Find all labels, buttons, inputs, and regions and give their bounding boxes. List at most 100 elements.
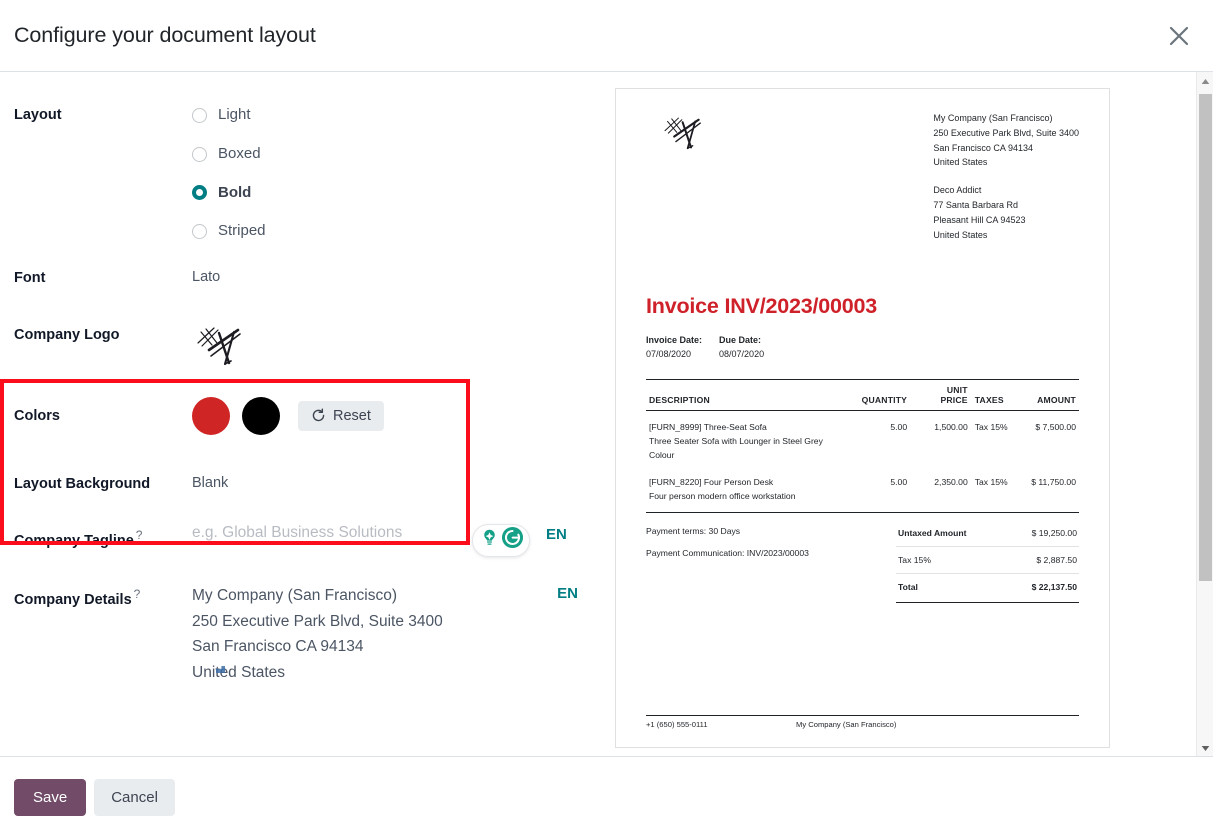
invoice-preview-paper: My Company (San Francisco) 250 Executive… (615, 88, 1110, 748)
total-value: $ 2,887.50 (1036, 555, 1077, 566)
company-tagline-control: EN (192, 523, 614, 557)
company-tagline-label-text: Company Tagline (14, 532, 134, 549)
invoice-dates: Invoice Date: 07/08/2020 Due Date: 08/07… (646, 335, 1079, 359)
invoice-table-head: DESCRIPTION QUANTITY UNIT PRICE TAXES AM… (646, 379, 1079, 412)
radio-label-bold: Bold (218, 183, 252, 201)
company-tagline-input[interactable] (192, 523, 464, 542)
grammarly-logo-icon (501, 526, 524, 555)
field-label-layout-background: Layout Background (14, 475, 151, 492)
address-spacer (933, 170, 1079, 183)
cell-amount: $ 11,750.00 (1031, 477, 1076, 488)
field-label-colors: Colors (14, 408, 60, 425)
reset-button-label: Reset (333, 407, 371, 424)
total-value: $ 22,137.50 (1031, 582, 1077, 593)
table-row: [FURN_8220] Four Person Desk Four person… (646, 466, 1079, 512)
due-date-label: Due Date: (719, 335, 762, 346)
company-details-label-text: Company Details (14, 591, 132, 608)
radio-option-boxed[interactable]: Boxed (192, 135, 614, 174)
field-colors: Colors Reset (0, 396, 614, 435)
company-details-text[interactable]: My Company (San Francisco) 250 Executive… (192, 583, 557, 686)
refresh-icon (311, 408, 326, 423)
col-description: DESCRIPTION (646, 379, 850, 412)
radio-option-bold[interactable]: Bold (192, 173, 614, 212)
save-button[interactable]: Save (14, 779, 87, 816)
scroll-down-button[interactable] (1197, 739, 1213, 756)
cell-description: [FURN_8999] Three-Seat Sofa Three Seater… (646, 411, 850, 467)
field-company-details: Company Details? My Company (San Francis… (0, 583, 614, 686)
vertical-scrollbar[interactable] (1196, 72, 1213, 756)
footer-phone: +1 (650) 555-0111 (646, 720, 708, 729)
total-row-tax: Tax 15% $ 2,887.50 (896, 546, 1079, 573)
radio-circle-checked-icon (192, 185, 207, 201)
scrollbar-thumb[interactable] (1199, 94, 1212, 581)
total-label: Untaxed Amount (898, 528, 967, 539)
table-row: [FURN_8999] Three-Seat Sofa Three Seater… (646, 411, 1079, 467)
field-font: Font Lato (0, 267, 614, 295)
line-sub-description: Three Seater Sofa with Lounger in Steel … (649, 436, 823, 461)
invoice-addresses: My Company (San Francisco) 250 Executive… (933, 103, 1079, 242)
configure-document-layout-dialog: Configure your document layout Layout Li… (0, 0, 1213, 838)
tagline-language-badge[interactable]: EN (546, 524, 567, 545)
layout-background-value[interactable]: Blank (192, 473, 614, 493)
cell-quantity: 5.00 (890, 422, 908, 433)
dialog-body: Layout Light Boxed Bold Striped Font Lat… (0, 72, 1213, 756)
invoice-totals: Untaxed Amount $ 19,250.00 Tax 15% $ 2,8… (896, 520, 1079, 604)
close-button[interactable] (1161, 18, 1197, 54)
table-bottom-rule (646, 512, 1079, 514)
footer-company: My Company (San Francisco) (796, 720, 897, 729)
chevron-up-icon (1201, 72, 1210, 90)
col-unit-price: UNIT PRICE (910, 379, 971, 412)
radio-option-light[interactable]: Light (192, 96, 614, 135)
line-description: [FURN_8999] Three-Seat Sofa (649, 422, 767, 433)
customer-address-line: United States (933, 229, 988, 240)
invoice-footer: +1 (650) 555-0111 My Company (San Franci… (646, 715, 1079, 729)
customer-address-line: 77 Santa Barbara Rd (933, 199, 1018, 210)
radio-label-boxed: Boxed (218, 145, 261, 163)
document-preview-pane: My Company (San Francisco) 250 Executive… (614, 72, 1213, 756)
field-label-company-logo: Company Logo (14, 326, 120, 343)
field-company-logo: Company Logo (0, 324, 614, 370)
cell-unit-price: 2,350.00 (934, 477, 968, 488)
help-icon[interactable]: ? (134, 587, 141, 601)
radio-label-light: Light (218, 106, 251, 124)
cell-amount: $ 7,500.00 (1035, 422, 1076, 433)
settings-form: Layout Light Boxed Bold Striped Font Lat… (0, 72, 614, 756)
color-swatches: Reset (192, 396, 614, 435)
signature-sketch-logo-icon (192, 324, 614, 370)
table-header-row: DESCRIPTION QUANTITY UNIT PRICE TAXES AM… (646, 379, 1079, 412)
company-logo-preview[interactable] (192, 324, 614, 370)
col-taxes: TAXES (970, 379, 1015, 412)
line-sub-description: Four person modern office workstation (649, 491, 796, 502)
company-address-line: United States (933, 157, 988, 168)
details-language-badge[interactable]: EN (557, 583, 578, 604)
invoice-date-value: 07/08/2020 (646, 349, 692, 360)
grammarly-assistant-widget[interactable] (472, 523, 530, 557)
cancel-button[interactable]: Cancel (94, 779, 175, 816)
page-title: Configure your document layout (14, 23, 316, 47)
invoice-lower-section: Payment terms: 30 Days Payment Communica… (646, 520, 1079, 604)
cell-unit-price: 1,500.00 (934, 422, 968, 433)
due-date-value: 08/07/2020 (719, 349, 765, 360)
payment-communication: Payment Communication: INV/2023/00003 (646, 548, 809, 559)
secondary-color-swatch[interactable] (242, 396, 280, 435)
radio-circle-icon (192, 107, 207, 123)
field-layout-background: Layout Background Blank (0, 473, 614, 501)
company-address-line: My Company (San Francisco) (933, 113, 1053, 123)
primary-color-swatch[interactable] (192, 396, 230, 435)
help-icon[interactable]: ? (136, 528, 143, 542)
total-row-untaxed: Untaxed Amount $ 19,250.00 (896, 520, 1079, 546)
chevron-down-icon (1201, 739, 1210, 757)
dialog-header: Configure your document layout (0, 0, 1213, 72)
invoice-header: My Company (San Francisco) 250 Executive… (646, 103, 1079, 242)
customer-address-line: Pleasant Hill CA 94523 (933, 214, 1026, 225)
font-value[interactable]: Lato (192, 267, 614, 287)
field-label-layout: Layout (14, 107, 62, 123)
radio-option-striped[interactable]: Striped (192, 212, 614, 251)
reset-colors-button[interactable]: Reset (298, 400, 384, 431)
field-label-company-details: Company Details? (14, 583, 192, 610)
scroll-up-button[interactable] (1197, 72, 1213, 89)
col-quantity: QUANTITY (849, 379, 911, 412)
payment-info: Payment terms: 30 Days Payment Communica… (646, 520, 896, 603)
col-unit-price-line2: PRICE (940, 395, 968, 406)
invoice-date-block: Invoice Date: 07/08/2020 (646, 335, 702, 359)
